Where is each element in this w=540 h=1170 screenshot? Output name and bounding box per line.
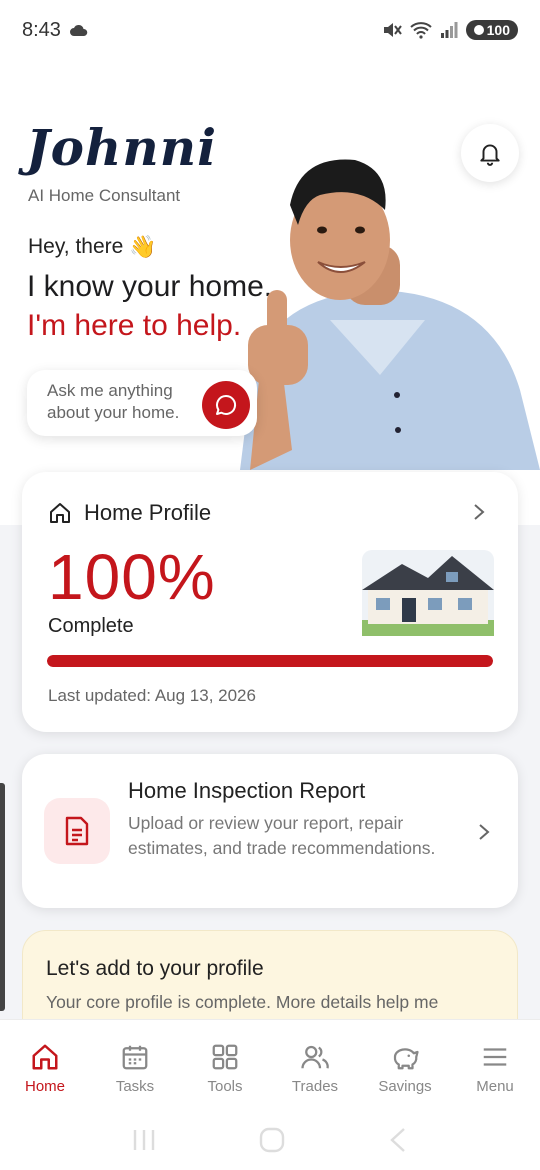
nav-tasks[interactable]: Tasks bbox=[90, 1020, 180, 1109]
last-updated: Last updated: Aug 13, 2026 bbox=[48, 686, 256, 705]
mute-icon bbox=[383, 23, 402, 37]
chat-bubble-icon bbox=[216, 394, 237, 415]
brand-logo: Johnni bbox=[26, 118, 218, 177]
profile-percent: 100% bbox=[48, 541, 216, 613]
profile-status: Complete bbox=[48, 615, 134, 637]
nav-menu[interactable]: Menu bbox=[450, 1020, 540, 1109]
status-right: 100 bbox=[382, 20, 518, 40]
home-profile-header: Home Profile bbox=[48, 500, 211, 526]
recent-apps-icon[interactable] bbox=[131, 1128, 157, 1152]
chat-button[interactable] bbox=[202, 381, 250, 429]
wifi-icon bbox=[409, 22, 432, 39]
signal-icon bbox=[440, 22, 458, 38]
nav-tools-label: Tools bbox=[207, 1078, 243, 1095]
inspection-title: Home Inspection Report bbox=[128, 778, 366, 803]
status-bar: 8:43 100 bbox=[0, 0, 540, 60]
home-profile-title: Home Profile bbox=[84, 500, 212, 525]
nav-menu-label: Menu bbox=[476, 1078, 514, 1095]
nav-home[interactable]: Home bbox=[0, 1020, 90, 1109]
cloud-icon bbox=[69, 24, 88, 36]
calendar-icon bbox=[122, 1045, 148, 1070]
bell-icon bbox=[480, 144, 500, 166]
add-profile-description: Your core profile is complete. More deta… bbox=[46, 992, 439, 1012]
nav-tools[interactable]: Tools bbox=[180, 1020, 270, 1109]
home-icon bbox=[32, 1044, 58, 1070]
piggy-bank-icon bbox=[393, 1048, 419, 1070]
greeting-text: Hey, there bbox=[28, 235, 124, 258]
people-icon bbox=[301, 1045, 329, 1069]
inspection-report-card[interactable]: Home Inspection Report Upload or review … bbox=[22, 754, 518, 908]
grid-icon bbox=[212, 1044, 238, 1070]
house-image bbox=[362, 550, 494, 636]
headline-line2: I'm here to help. bbox=[27, 309, 242, 342]
ask-placeholder: Ask me anything about your home. bbox=[47, 381, 180, 422]
edge-panel-handle[interactable] bbox=[0, 783, 5, 1011]
add-profile-title: Let's add to your profile bbox=[46, 957, 264, 980]
profile-progress-fill bbox=[47, 655, 493, 667]
nav-trades[interactable]: Trades bbox=[270, 1020, 360, 1109]
status-left: 8:43 bbox=[22, 19, 89, 42]
inspection-description: Upload or review your report, repair est… bbox=[128, 813, 436, 858]
system-home-icon[interactable] bbox=[258, 1126, 286, 1154]
profile-progress-bar bbox=[47, 655, 493, 667]
wave-icon: 👋 bbox=[129, 234, 157, 259]
bottom-nav: Home Tasks Tools Trades Savings Menu bbox=[0, 1019, 540, 1109]
notifications-button[interactable] bbox=[461, 124, 519, 182]
home-outline-icon bbox=[50, 503, 70, 523]
document-icon bbox=[44, 798, 110, 864]
nav-home-label: Home bbox=[24, 1078, 65, 1095]
consultant-avatar bbox=[240, 159, 540, 470]
nav-tasks-label: Tasks bbox=[115, 1078, 155, 1095]
nav-savings[interactable]: Savings bbox=[360, 1020, 450, 1109]
nav-savings-label: Savings bbox=[378, 1078, 432, 1095]
system-nav-bar bbox=[0, 1109, 540, 1170]
status-time: 8:43 bbox=[22, 18, 61, 41]
home-profile-card[interactable]: Home Profile 100% Complete Last updated:… bbox=[22, 472, 518, 732]
chevron-right-icon bbox=[474, 504, 485, 520]
battery-level: 100 bbox=[486, 22, 510, 38]
greeting: Hey, there 👋 bbox=[28, 234, 157, 260]
system-back-icon[interactable] bbox=[387, 1127, 409, 1153]
nav-trades-label: Trades bbox=[291, 1078, 339, 1095]
brand-subtitle: AI Home Consultant bbox=[28, 186, 181, 205]
hamburger-icon bbox=[483, 1048, 507, 1066]
battery-icon: 100 bbox=[465, 20, 518, 40]
chevron-right-icon bbox=[479, 824, 490, 840]
